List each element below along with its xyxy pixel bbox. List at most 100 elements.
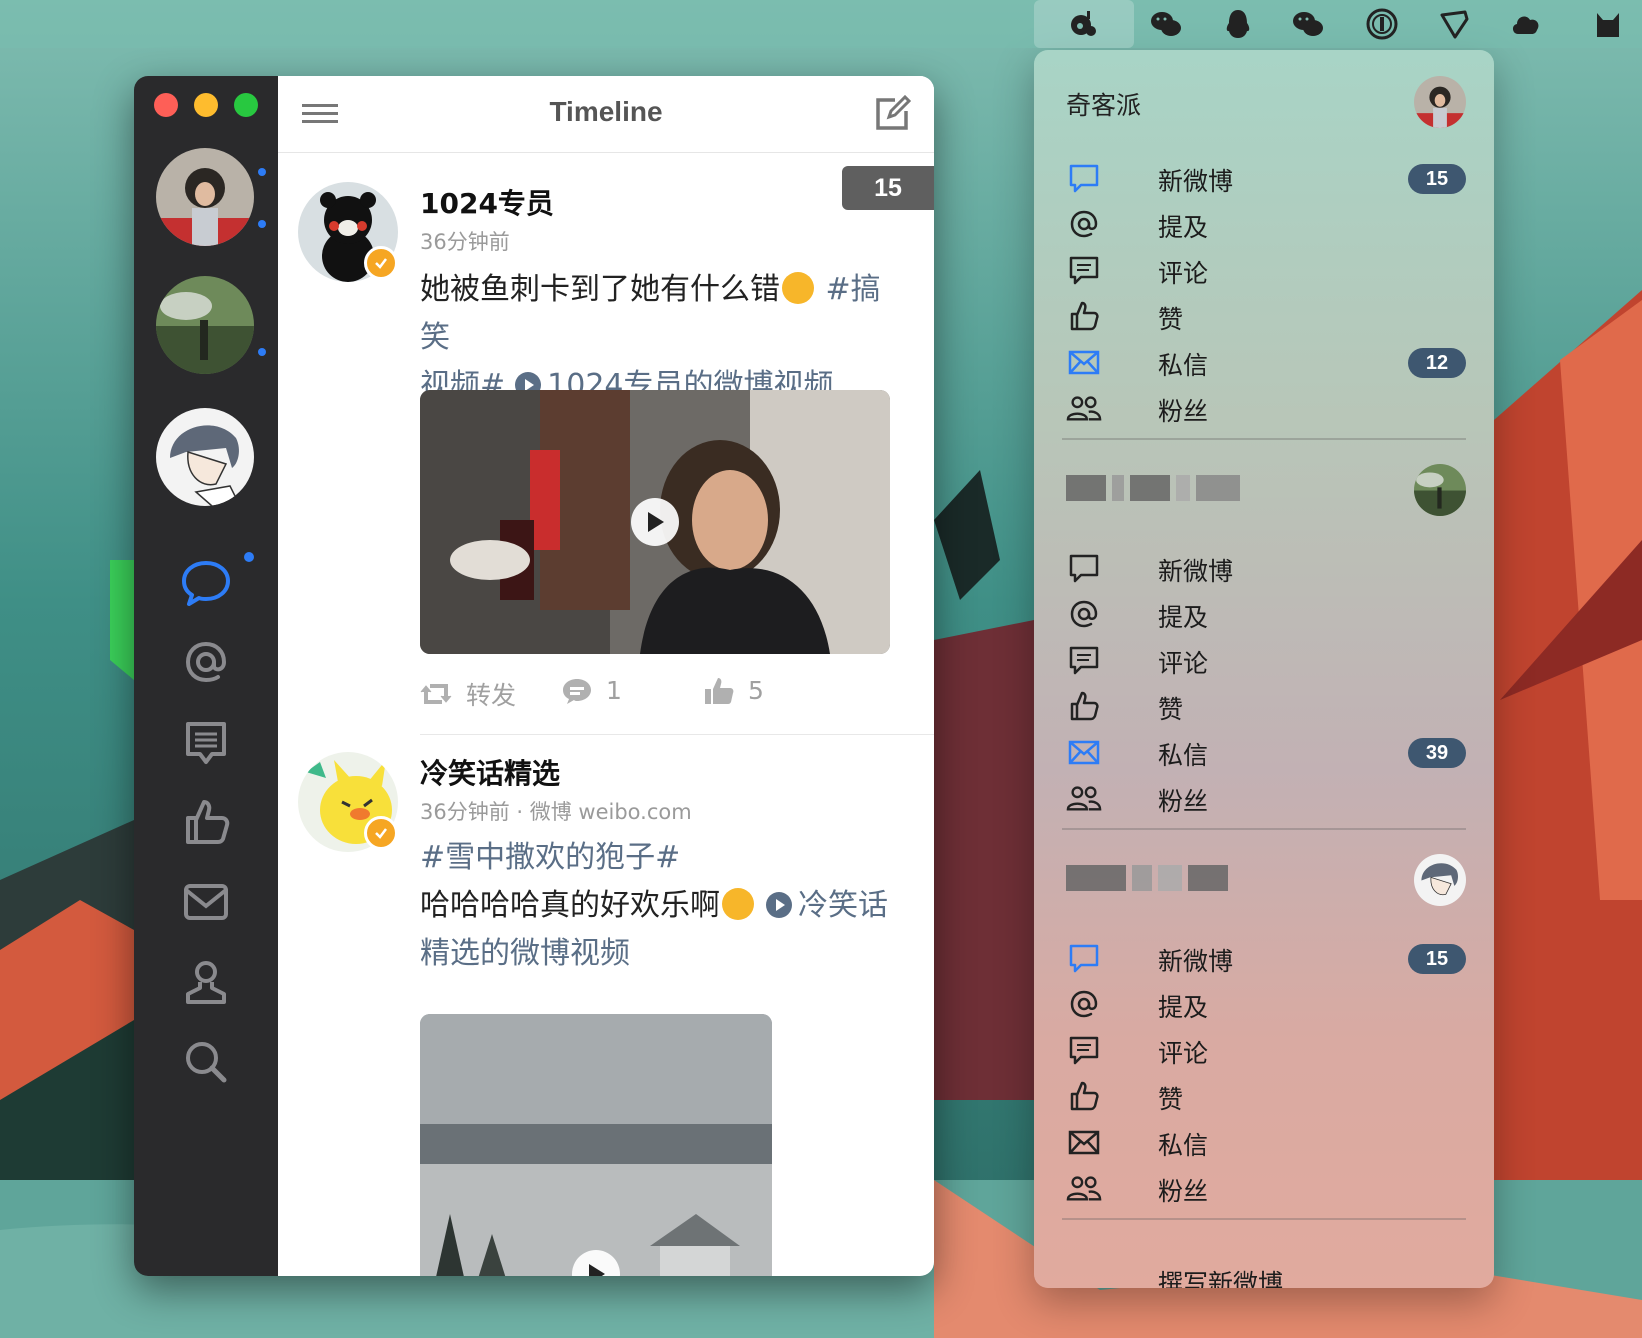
blurred-account-name <box>1066 864 1228 892</box>
account-1-unread-dot-2 <box>258 220 266 228</box>
timeline-post[interactable]: 1024专员 36分钟前 她被鱼刺卡到了她有什么错 #搞笑 视频# 1024专员的… <box>278 182 934 782</box>
menu-item-at[interactable]: 提及 <box>1066 202 1466 248</box>
post-text-content: 哈哈哈哈真的好欢乐啊 <box>420 888 720 923</box>
post-video-link-cont[interactable]: 精选的微博视频 <box>420 936 630 971</box>
cat-tray-icon[interactable] <box>1590 6 1626 42</box>
compose-new-weibo-button[interactable]: 撰写新微博... <box>1158 1264 1307 1288</box>
account-2-unread-dot <box>258 348 266 356</box>
weibo-tray-icon[interactable] <box>1066 6 1102 42</box>
post-hashtag[interactable]: #雪中撒欢的狍子# <box>420 840 680 875</box>
timeline-panel: Timeline 1 5 1024专员 36分钟前 她被鱼刺卡到了她有什么错 #搞… <box>278 76 934 1276</box>
sidebar-search-button[interactable] <box>176 1032 236 1092</box>
blush-emoji-icon <box>782 272 814 304</box>
menu-item-speech-bubble[interactable]: 新微博 15 <box>1066 156 1466 202</box>
post-author-name[interactable]: 1024专员 <box>420 182 554 222</box>
repost-button[interactable]: 转发 <box>420 676 516 712</box>
menu-item-mail[interactable]: 私信 12 <box>1066 340 1466 386</box>
menu-item-label: 评论 <box>1158 1039 1209 1068</box>
timeline-post[interactable]: 冷笑话精选 36分钟前 · 微博 weibo.com #雪中撒欢的狍子# 哈哈哈… <box>278 752 934 1276</box>
comment-icon <box>1066 252 1102 288</box>
at-icon <box>1066 986 1102 1022</box>
close-window-button[interactable] <box>154 93 178 117</box>
sidebar <box>134 76 278 1276</box>
account-header-3[interactable] <box>1066 850 1466 910</box>
video-play-icon <box>766 892 792 918</box>
at-icon <box>1066 596 1102 632</box>
sidebar-mentions-button[interactable] <box>176 632 236 692</box>
comment-icon <box>1066 642 1102 678</box>
mail-icon <box>1066 344 1102 380</box>
comment-button[interactable]: 1 <box>562 676 622 705</box>
cloud-tray-icon[interactable] <box>1508 6 1544 42</box>
blurred-account-name <box>1066 474 1240 502</box>
menu-bar <box>0 0 1642 48</box>
menu-item-thumbs-up[interactable]: 赞 <box>1066 1074 1466 1120</box>
menu-item-followers[interactable]: 粉丝 <box>1066 386 1466 432</box>
thumbs-up-icon <box>1066 298 1102 334</box>
menu-item-comment[interactable]: 评论 <box>1066 1028 1466 1074</box>
menu-item-label: 粉丝 <box>1158 397 1209 426</box>
menu-item-label: 粉丝 <box>1158 1177 1209 1206</box>
menu-item-followers[interactable]: 粉丝 <box>1066 1166 1466 1212</box>
title-bar: Timeline <box>278 76 934 153</box>
timeline-unread-dot <box>244 552 254 562</box>
menu-separator <box>1062 828 1466 830</box>
verified-badge-icon <box>364 816 398 850</box>
menu-item-at[interactable]: 提及 <box>1066 592 1466 638</box>
post-text: 她被鱼刺卡到了她有什么错 #搞笑 视频# 1024专员的微博视频 <box>420 266 910 410</box>
followers-icon <box>1066 1170 1102 1206</box>
qq-tray-icon[interactable] <box>1220 6 1256 42</box>
account-avatar-1[interactable] <box>156 148 254 246</box>
verified-badge-icon <box>364 246 398 280</box>
menu-item-followers[interactable]: 粉丝 <box>1066 776 1466 822</box>
minimize-window-button[interactable] <box>194 93 218 117</box>
menu-item-comment[interactable]: 评论 <box>1066 248 1466 294</box>
menu-item-label: 私信 <box>1158 741 1209 770</box>
menu-item-label: 新微博 <box>1158 947 1234 976</box>
menu-item-mail[interactable]: 私信 <box>1066 1120 1466 1166</box>
post-video-link[interactable]: 冷笑话 <box>798 888 888 923</box>
menu-item-at[interactable]: 提及 <box>1066 982 1466 1028</box>
compose-icon[interactable] <box>872 94 912 134</box>
post-video-thumbnail[interactable] <box>420 1014 772 1276</box>
menu-item-label: 新微博 <box>1158 167 1234 196</box>
wechat-tray-icon[interactable] <box>1148 6 1184 42</box>
account-header-1[interactable]: 奇客派 <box>1066 72 1466 132</box>
sidebar-likes-button[interactable] <box>176 792 236 852</box>
sidebar-comments-button[interactable] <box>176 712 236 772</box>
sidebar-timeline-button[interactable] <box>176 552 236 612</box>
menu-item-speech-bubble[interactable]: 新微博 15 <box>1066 936 1466 982</box>
menu-item-badge: 15 <box>1408 164 1466 194</box>
comment-icon <box>1066 1032 1102 1068</box>
menu-item-mail[interactable]: 私信 39 <box>1066 730 1466 776</box>
wechat-tray-icon-2[interactable] <box>1290 6 1326 42</box>
one-password-icon[interactable] <box>1364 6 1400 42</box>
account-avatar-2[interactable] <box>156 276 254 374</box>
comment-count: 1 <box>606 676 622 705</box>
menu-item-speech-bubble[interactable]: 新微博 <box>1066 546 1466 592</box>
menu-item-label: 评论 <box>1158 259 1209 288</box>
account-header-2[interactable] <box>1066 460 1466 520</box>
menu-item-label: 新微博 <box>1158 557 1234 586</box>
menu-item-badge: 15 <box>1408 944 1466 974</box>
account-avatar <box>1414 854 1466 906</box>
menu-item-label: 提及 <box>1158 213 1209 242</box>
thumbs-up-icon <box>1066 1078 1102 1114</box>
like-button[interactable]: 5 <box>704 676 764 705</box>
menu-item-comment[interactable]: 评论 <box>1066 638 1466 684</box>
menu-item-label: 赞 <box>1158 695 1184 724</box>
account-avatar-3[interactable] <box>156 408 254 506</box>
post-video-thumbnail[interactable] <box>420 390 890 654</box>
post-author-name[interactable]: 冷笑话精选 <box>420 752 560 792</box>
sidebar-profile-button[interactable] <box>176 952 236 1012</box>
video-play-button[interactable] <box>631 498 679 546</box>
zoom-window-button[interactable] <box>234 93 258 117</box>
post-time: 36分钟前 · 微博 weibo.com <box>420 800 692 824</box>
sidebar-messages-button[interactable] <box>176 872 236 932</box>
menu-item-thumbs-up[interactable]: 赞 <box>1066 294 1466 340</box>
menu-separator <box>1062 1218 1466 1220</box>
clipboard-tray-icon[interactable] <box>1436 6 1472 42</box>
mail-icon <box>1066 734 1102 770</box>
menu-item-thumbs-up[interactable]: 赞 <box>1066 684 1466 730</box>
post-time: 36分钟前 <box>420 230 510 254</box>
